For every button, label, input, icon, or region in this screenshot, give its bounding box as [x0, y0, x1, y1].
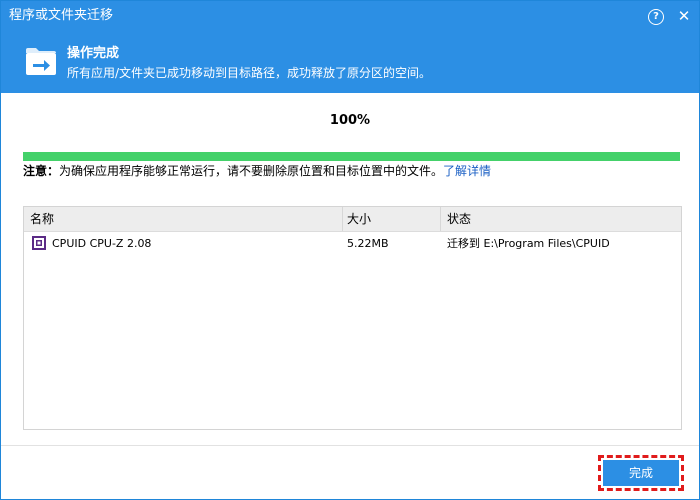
footer-divider — [1, 445, 699, 446]
status-banner: 操作完成 所有应用/文件夹已成功移动到目标路径，成功释放了原分区的空间。 — [1, 31, 699, 93]
table-header: 名称 大小 状态 — [24, 207, 681, 232]
progress-percent: 100% — [329, 113, 371, 128]
cell-size: 5.22MB — [347, 237, 389, 250]
notice-prefix: 注意： — [23, 164, 60, 178]
done-button[interactable]: 完成 — [603, 460, 679, 486]
column-header-status[interactable]: 状态 — [447, 207, 471, 231]
cell-status: 迁移到 E:\Program Files\CPUID — [447, 237, 610, 250]
column-header-name[interactable]: 名称 — [30, 207, 54, 231]
learn-more-link[interactable]: 了解详情 — [443, 164, 491, 178]
question-circle-icon: ? — [648, 9, 664, 25]
title-bar: 程序或文件夹迁移 ? ✕ — [1, 1, 699, 31]
migration-table: 名称 大小 状态 CPUID CPU-Z 2.08 5.22MB 迁移到 E:\… — [23, 206, 682, 430]
column-divider[interactable] — [440, 207, 441, 231]
close-icon: ✕ — [677, 7, 691, 25]
column-header-size[interactable]: 大小 — [347, 207, 371, 231]
window-title: 程序或文件夹迁移 — [9, 8, 114, 23]
close-button[interactable]: ✕ — [675, 7, 693, 25]
banner-subtitle: 所有应用/文件夹已成功移动到目标路径，成功释放了原分区的空间。 — [67, 66, 432, 80]
cpu-z-icon — [32, 236, 46, 250]
cell-name: CPUID CPU-Z 2.08 — [52, 237, 152, 250]
column-divider[interactable] — [342, 207, 343, 231]
notice-text: 为确保应用程序能够正常运行，请不要删除原位置和目标位置中的文件。 — [59, 164, 444, 178]
progress-bar-fill — [23, 152, 680, 161]
help-button[interactable]: ? — [647, 7, 665, 25]
migration-dialog: 程序或文件夹迁移 ? ✕ 操作完成 所有应用/文件夹已成功移动到目标路径，成功释… — [0, 0, 700, 500]
notice-line: 注意：为确保应用程序能够正常运行，请不要删除原位置和目标位置中的文件。了解详情 — [23, 164, 491, 178]
banner-title: 操作完成 — [67, 46, 120, 61]
folder-arrow-icon — [26, 48, 56, 75]
progress-bar — [23, 152, 680, 161]
table-row[interactable]: CPUID CPU-Z 2.08 5.22MB 迁移到 E:\Program F… — [24, 232, 681, 256]
